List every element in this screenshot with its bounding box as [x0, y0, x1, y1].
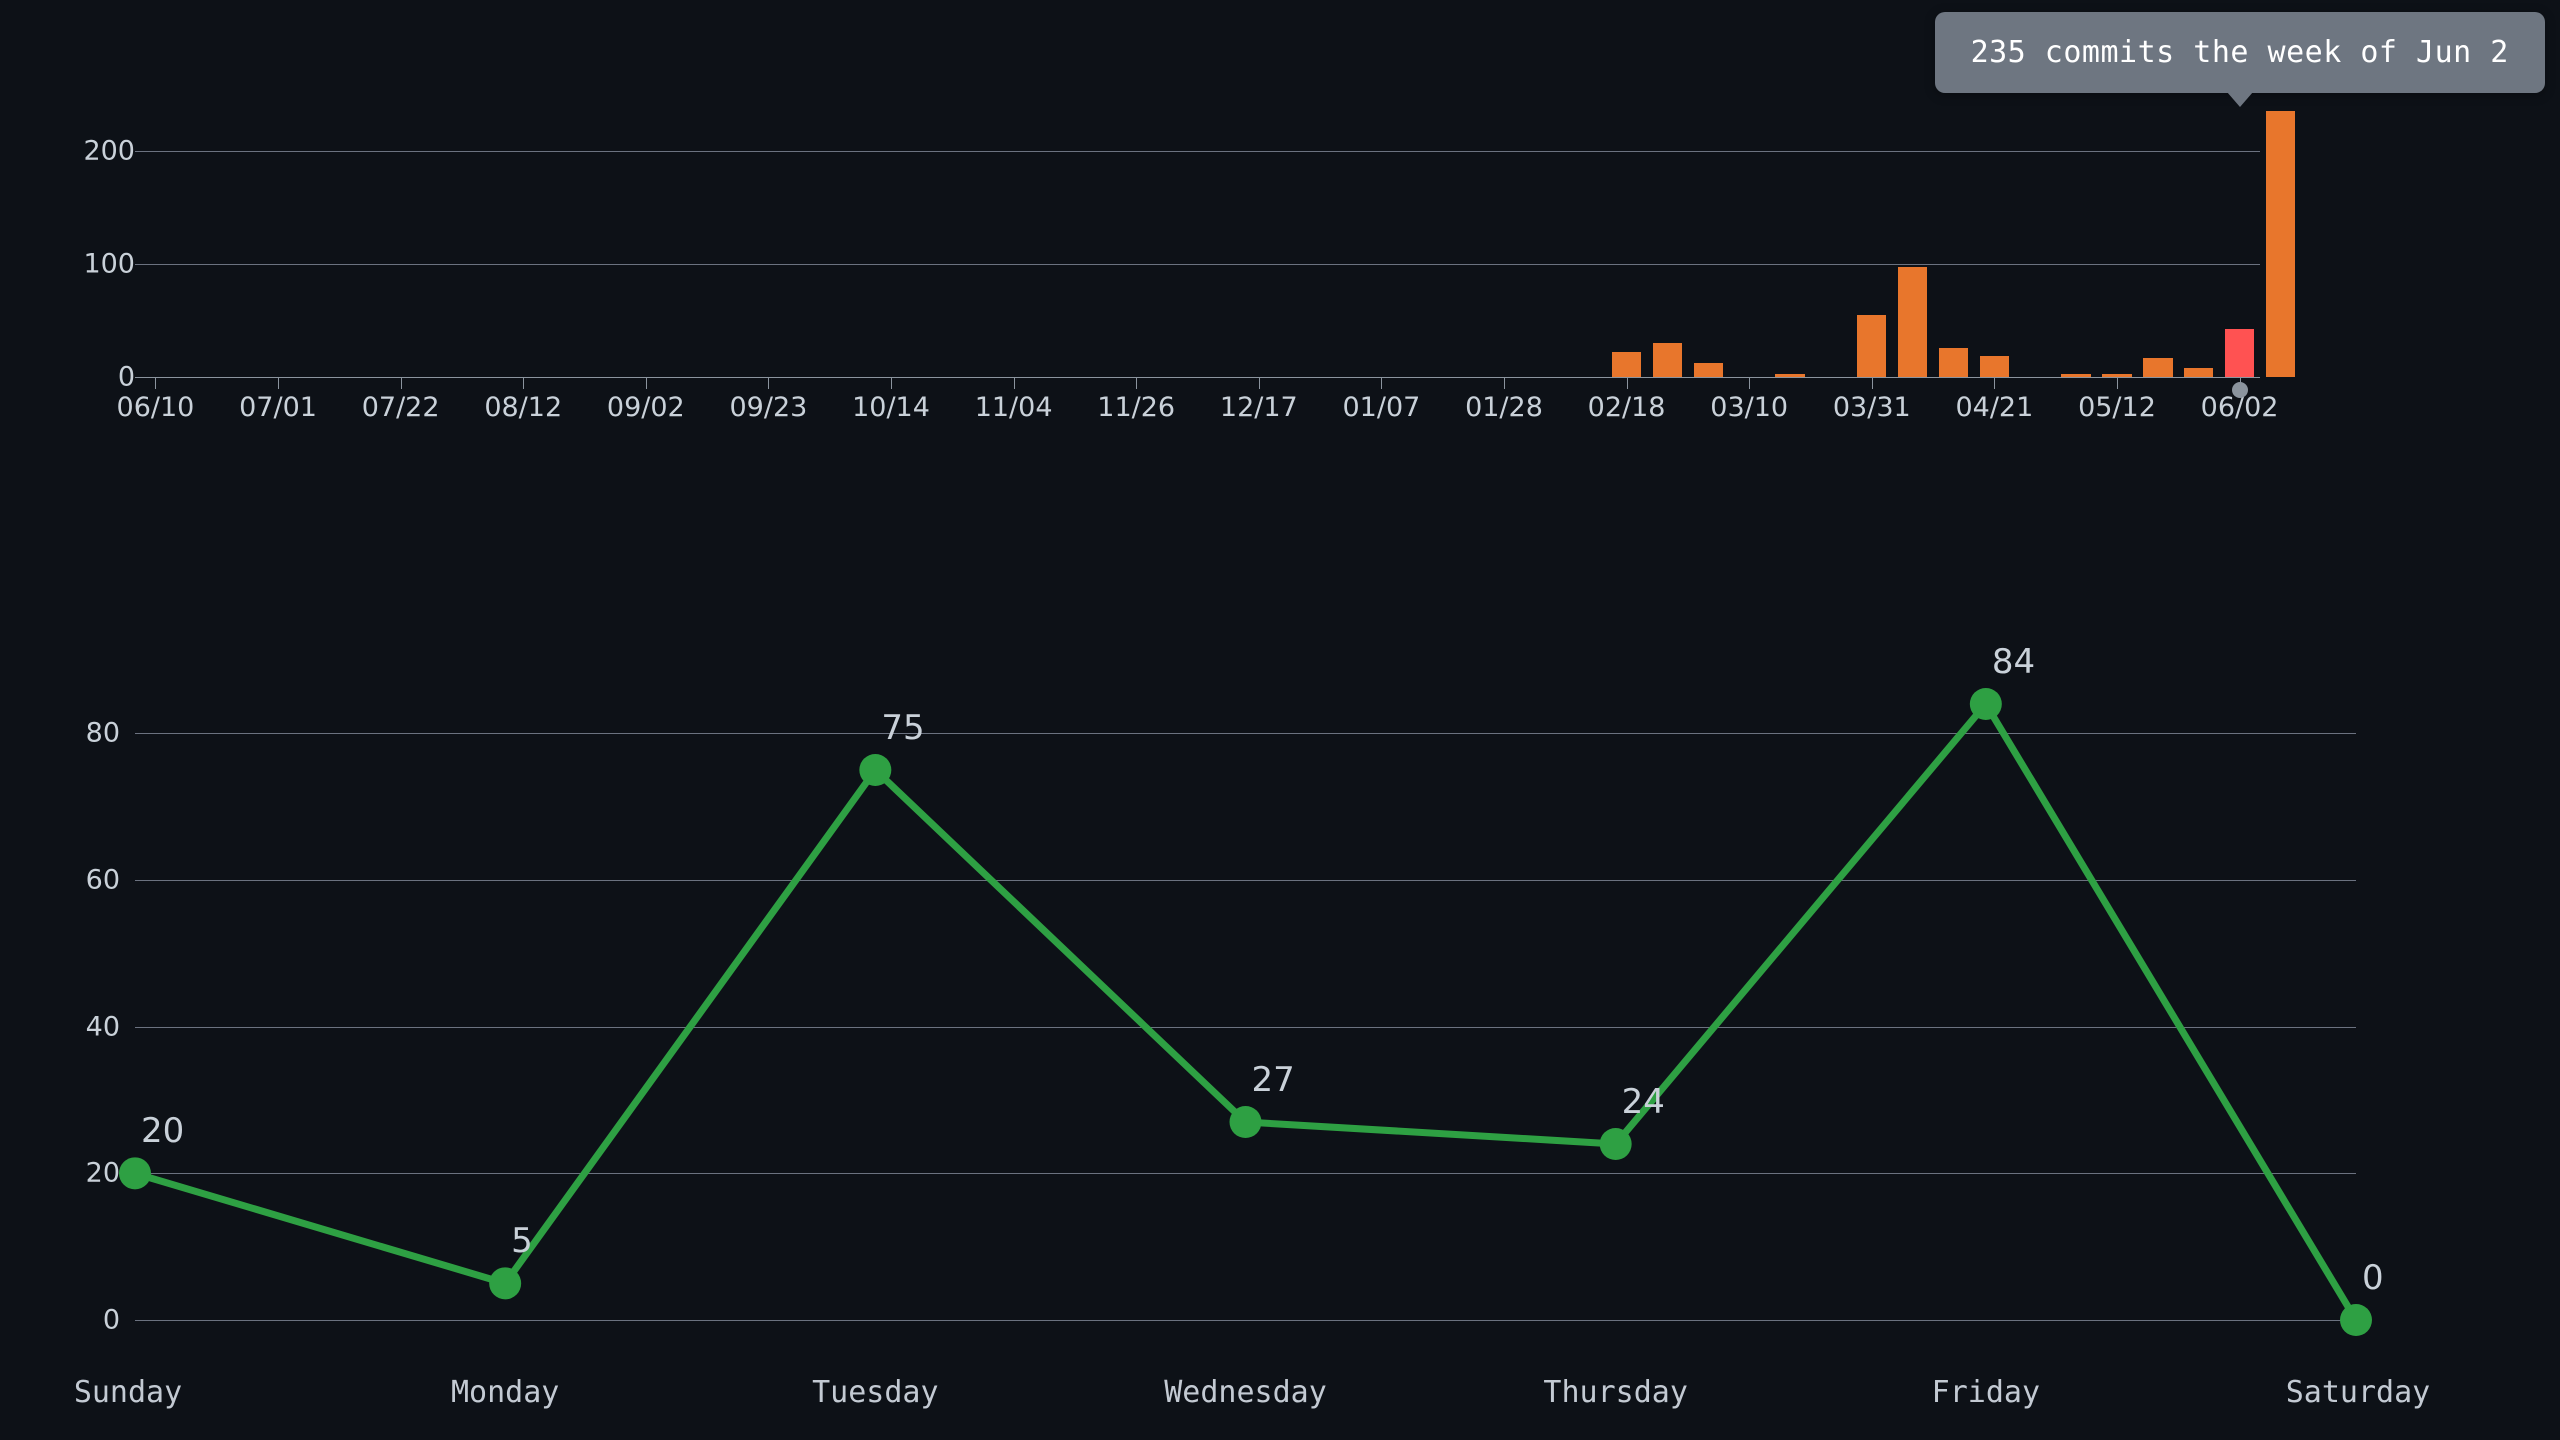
x-axis-tick-label: 07/01 — [239, 392, 317, 423]
line-data-point[interactable] — [119, 1157, 151, 1190]
x-axis-tick — [1136, 378, 1138, 389]
line-chart-plot-area[interactable] — [0, 520, 2560, 1440]
line-data-point[interactable] — [489, 1267, 522, 1300]
x-axis-tick-label: 10/14 — [852, 392, 930, 423]
data-point-value-label: 84 — [1991, 642, 2036, 682]
line-data-point[interactable] — [1229, 1106, 1262, 1138]
tooltip-pointer-icon — [2226, 92, 2253, 107]
line-data-point[interactable] — [859, 754, 892, 786]
x-axis-tick-label: 07/22 — [361, 392, 440, 423]
x-axis-tick-label: 04/21 — [1955, 392, 2034, 423]
data-point-value-label: 24 — [1621, 1082, 1665, 1122]
data-point-value-label: 0 — [2362, 1258, 2384, 1298]
x-axis-tick — [645, 378, 647, 389]
x-axis-tick-label: 05/12 — [2078, 392, 2156, 423]
x-axis-tick — [1749, 378, 1751, 389]
bar-chart-bar[interactable] — [2183, 367, 2214, 377]
bar-chart-bar[interactable] — [1611, 352, 1642, 377]
y-axis-tick-label: 0 — [117, 361, 135, 393]
x-axis-tick — [1013, 378, 1015, 389]
day-axis-label: Thursday — [1543, 1375, 1688, 1410]
x-axis-tick — [1626, 378, 1628, 389]
x-axis-tick-label: 02/18 — [1587, 392, 1666, 423]
y-axis-tick-label: 100 — [83, 248, 135, 280]
x-axis-tick-label: 06/10 — [116, 392, 195, 423]
data-point-value-label: 20 — [141, 1111, 185, 1152]
day-axis-label: Tuesday — [812, 1375, 939, 1410]
x-axis-tick-label: 09/02 — [606, 392, 685, 423]
line-series-path — [131, 700, 2360, 1324]
line-data-point[interactable] — [2340, 1304, 2372, 1336]
x-axis-tick — [1258, 378, 1260, 389]
x-axis-tick — [1994, 378, 1996, 389]
bar-chart-bar[interactable] — [1897, 267, 1928, 377]
line-data-point[interactable] — [1969, 688, 2002, 720]
day-axis-label: Wednesday — [1164, 1375, 1327, 1410]
x-axis-tick — [278, 378, 280, 389]
x-axis-tick-label: 03/31 — [1832, 392, 1911, 423]
commits-per-day-line-chart[interactable]: 0 20 40 60 80 20 5 75 27 24 84 0 Sunday Monday Tuesd… — [0, 520, 2560, 1440]
gridline — [135, 150, 2260, 152]
x-axis-tick — [1871, 378, 1873, 389]
x-axis-tick — [1381, 378, 1383, 389]
commits-tooltip: 235 commits the week of Jun 2 — [1934, 12, 2545, 93]
line-data-point[interactable] — [1599, 1128, 1632, 1160]
x-axis-tick — [400, 378, 402, 389]
x-axis-tick-label: 01/28 — [1465, 392, 1543, 423]
day-axis-label: Monday — [450, 1375, 560, 1410]
x-axis-tick-label: 08/12 — [484, 392, 563, 423]
chart-page: 0 100 200 06/10 07/01 07/22 08/12 09/02 09/23 10… — [0, 0, 2560, 1440]
x-axis-tick — [891, 378, 892, 389]
x-axis-tick-label: 03/10 — [1710, 392, 1789, 423]
x-axis-tick-label: 12/17 — [1219, 392, 1298, 423]
day-axis-label: Saturday — [2285, 1375, 2431, 1410]
gridline — [135, 263, 2260, 265]
bar-chart-bar[interactable] — [1979, 355, 2010, 377]
data-point-value-label: 5 — [511, 1221, 533, 1262]
x-axis-tick — [2116, 378, 2118, 389]
hover-cursor-dot-icon — [2231, 382, 2248, 398]
bar-chart-bar[interactable] — [1857, 314, 1887, 377]
tooltip-text: 235 commits the week of Jun 2 — [1970, 35, 2509, 70]
x-axis-tick-label: 01/07 — [1342, 392, 1421, 423]
x-axis-tick-label: 09/23 — [729, 392, 808, 423]
bar-chart-bar[interactable] — [1693, 363, 1724, 377]
bar-chart-axis-line — [135, 377, 2260, 378]
data-point-value-label: 75 — [881, 708, 925, 748]
bar-chart-bar[interactable] — [1938, 347, 1969, 377]
x-axis-tick — [523, 378, 525, 389]
x-axis-tick-label: 11/26 — [1097, 392, 1176, 423]
bar-chart-bar[interactable] — [2224, 329, 2255, 377]
x-axis-tick-label: 11/04 — [974, 392, 1053, 423]
x-axis-tick — [155, 378, 157, 389]
x-axis-tick — [768, 378, 770, 389]
y-axis-tick-label: 200 — [83, 135, 135, 167]
bar-chart-bar[interactable] — [2265, 110, 2296, 377]
data-point-value-label: 27 — [1251, 1060, 1295, 1100]
day-axis-label: Sunday — [73, 1375, 183, 1410]
day-axis-label: Friday — [1931, 1375, 2041, 1410]
x-axis-tick — [1503, 378, 1505, 389]
bar-chart-bar[interactable] — [2143, 357, 2173, 377]
bar-chart-bar[interactable] — [1652, 343, 1683, 377]
